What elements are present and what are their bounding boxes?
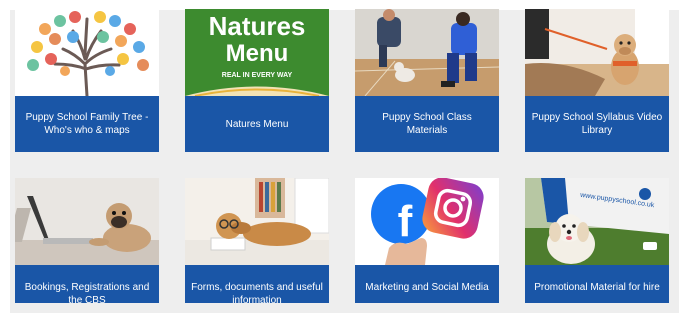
card-class-materials[interactable]: Puppy School Class Materials [355,9,499,152]
card-title: Forms, documents and useful information [185,265,329,303]
card-title: Marketing and Social Media [355,265,499,303]
card-forms[interactable]: Forms, documents and useful information [185,178,329,303]
card-promotional[interactable]: www.puppyschool.co.uk Promotional Materi… [525,178,669,303]
card-title: Puppy School Family Tree - Who's who & m… [15,96,159,152]
card-natures-menu[interactable]: Natures Menu REAL IN EVERY WAY Natures M… [185,9,329,152]
card-syllabus-video[interactable]: Puppy School Syllabus Video Library [525,9,669,152]
class-photo [355,9,499,96]
pug-laptop-photo [15,178,159,265]
natures-menu-logo: Natures Menu REAL IN EVERY WAY [185,9,329,96]
svg-text:f: f [398,197,413,246]
card-title: Puppy School Syllabus Video Library [525,96,669,152]
logo-line1: Natures [209,11,306,41]
card-marketing[interactable]: f Marketing and Social Media [355,178,499,303]
dog-glasses-photo [185,178,329,265]
card-title: Promotional Material for hire [525,265,669,303]
card-title: Puppy School Class Materials [355,96,499,152]
banner-dog-photo: www.puppyschool.co.uk [525,178,669,265]
card-title: Natures Menu [185,96,329,152]
card-bookings[interactable]: Bookings, Registrations and the CBS [15,178,159,303]
syllabus-photo [525,9,669,96]
logo-tagline: REAL IN EVERY WAY [222,72,293,79]
social-media-photo: f [355,178,499,265]
card-family-tree[interactable]: Puppy School Family Tree - Who's who & m… [15,9,159,152]
logo-line2: Menu [226,40,289,67]
card-title: Bookings, Registrations and the CBS [15,265,159,303]
family-tree-image [15,9,159,96]
